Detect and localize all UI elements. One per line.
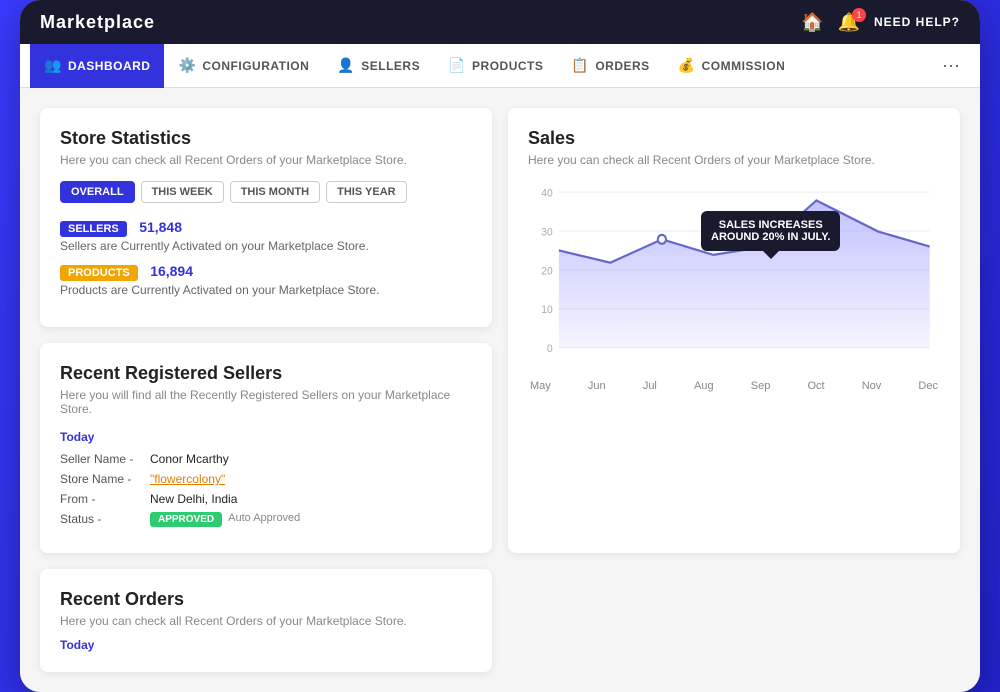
- x-label-may: May: [530, 380, 551, 392]
- nav-label-products: PRODUCTS: [472, 59, 543, 73]
- status-approved-badge: APPROVED: [150, 512, 222, 527]
- chart-area: SALES INCREASESAROUND 20% IN JULY. 40 30…: [528, 181, 940, 401]
- nav-item-orders[interactable]: 📋 ORDERS: [557, 44, 663, 88]
- sales-card: Sales Here you can check all Recent Orde…: [508, 108, 960, 553]
- svg-text:0: 0: [547, 343, 553, 355]
- nav-label-commission: COMMISSION: [702, 59, 786, 73]
- sellers-icon: 👤: [337, 57, 355, 74]
- status-label: Status -: [60, 512, 150, 527]
- recent-sellers-title: Recent Registered Sellers: [60, 363, 472, 384]
- x-label-oct: Oct: [807, 380, 824, 392]
- sellers-desc: Sellers are Currently Activated on your …: [60, 239, 472, 253]
- store-name-row: Store Name - "flowercolony": [60, 472, 472, 486]
- tab-this-week[interactable]: THIS WEEK: [141, 181, 224, 203]
- x-label-dec: Dec: [918, 380, 938, 392]
- nav-item-configuration[interactable]: ⚙️ CONFIGURATION: [164, 44, 323, 88]
- status-row: Status - APPROVED Auto Approved: [60, 512, 472, 527]
- seller-name-label: Seller Name -: [60, 452, 150, 466]
- sales-title: Sales: [528, 128, 940, 149]
- nav-label-dashboard: DASHBOARD: [68, 59, 151, 73]
- configuration-icon: ⚙️: [178, 57, 196, 74]
- x-label-nov: Nov: [862, 380, 882, 392]
- from-value: New Delhi, India: [150, 492, 237, 506]
- notification-badge: 1: [852, 8, 866, 22]
- nav-label-configuration: CONFIGURATION: [202, 59, 309, 73]
- sellers-badge: SELLERS: [60, 221, 127, 237]
- chart-x-labels: May Jun Jul Aug Sep Oct Nov Dec: [528, 380, 940, 392]
- from-label: From -: [60, 492, 150, 506]
- nav-item-products[interactable]: 📄 PRODUCTS: [434, 44, 557, 88]
- svg-text:40: 40: [541, 187, 552, 199]
- recent-orders-today: Today: [60, 638, 472, 652]
- tab-this-month[interactable]: THIS MONTH: [230, 181, 320, 203]
- dashboard-icon: 👥: [44, 57, 62, 74]
- nav-bar: 👥 DASHBOARD ⚙️ CONFIGURATION 👤 SELLERS 📄…: [20, 44, 980, 88]
- device-frame: Marketplace 🏠 🔔 1 NEED HELP? 👥 DASHBOARD…: [20, 0, 980, 692]
- nav-item-sellers[interactable]: 👤 SELLERS: [323, 44, 434, 88]
- recent-sellers-subtitle: Here you will find all the Recently Regi…: [60, 388, 472, 416]
- products-desc: Products are Currently Activated on your…: [60, 283, 472, 297]
- sellers-count: 51,848: [139, 219, 182, 235]
- top-bar: Marketplace 🏠 🔔 1 NEED HELP?: [20, 0, 980, 44]
- stats-tabs: OVERALL THIS WEEK THIS MONTH THIS YEAR: [60, 181, 472, 203]
- products-badge: PRODUCTS: [60, 265, 138, 281]
- nav-label-orders: ORDERS: [595, 59, 649, 73]
- auto-approved-label: Auto Approved: [228, 512, 300, 527]
- products-stat-row: PRODUCTS 16,894 Products are Currently A…: [60, 263, 472, 297]
- store-name-label: Store Name -: [60, 472, 150, 486]
- recent-orders-subtitle: Here you can check all Recent Orders of …: [60, 614, 472, 628]
- tab-this-year[interactable]: THIS YEAR: [326, 181, 406, 203]
- nav-item-commission[interactable]: 💰 COMMISSION: [664, 44, 800, 88]
- orders-icon: 📋: [571, 57, 589, 74]
- bell-icon-wrapper[interactable]: 🔔 1: [838, 12, 860, 33]
- main-content: Store Statistics Here you can check all …: [20, 88, 980, 692]
- store-stats-subtitle: Here you can check all Recent Orders of …: [60, 153, 472, 167]
- x-label-jul: Jul: [643, 380, 657, 392]
- products-count: 16,894: [150, 263, 193, 279]
- recent-orders-card: Recent Orders Here you can check all Rec…: [40, 569, 492, 672]
- top-bar-right: 🏠 🔔 1 NEED HELP?: [801, 12, 960, 33]
- tab-overall[interactable]: OVERALL: [60, 181, 135, 203]
- chart-tooltip: SALES INCREASESAROUND 20% IN JULY.: [701, 211, 840, 251]
- nav-label-sellers: SELLERS: [361, 59, 420, 73]
- x-label-aug: Aug: [694, 380, 714, 392]
- from-row: From - New Delhi, India: [60, 492, 472, 506]
- nav-item-dashboard[interactable]: 👥 DASHBOARD: [30, 44, 164, 88]
- recent-sellers-today: Today: [60, 430, 472, 444]
- home-icon[interactable]: 🏠: [801, 12, 823, 33]
- recent-sellers-card: Recent Registered Sellers Here you will …: [40, 343, 492, 553]
- x-label-jun: Jun: [588, 380, 606, 392]
- nav-more-button[interactable]: ···: [932, 55, 970, 76]
- logo: Marketplace: [40, 12, 155, 33]
- seller-name-row: Seller Name - Conor Mcarthy: [60, 452, 472, 466]
- products-icon: 📄: [448, 57, 466, 74]
- store-statistics-card: Store Statistics Here you can check all …: [40, 108, 492, 327]
- sales-subtitle: Here you can check all Recent Orders of …: [528, 153, 940, 167]
- seller-name-value: Conor Mcarthy: [150, 452, 229, 466]
- svg-text:10: 10: [541, 304, 552, 316]
- sellers-stat-row: SELLERS 51,848 Sellers are Currently Act…: [60, 219, 472, 253]
- x-label-sep: Sep: [751, 380, 771, 392]
- recent-orders-title: Recent Orders: [60, 589, 472, 610]
- store-stats-title: Store Statistics: [60, 128, 472, 149]
- store-name-value[interactable]: "flowercolony": [150, 472, 225, 486]
- svg-text:30: 30: [541, 226, 552, 238]
- need-help-label[interactable]: NEED HELP?: [874, 15, 960, 29]
- commission-icon: 💰: [678, 57, 696, 74]
- svg-text:20: 20: [541, 265, 552, 277]
